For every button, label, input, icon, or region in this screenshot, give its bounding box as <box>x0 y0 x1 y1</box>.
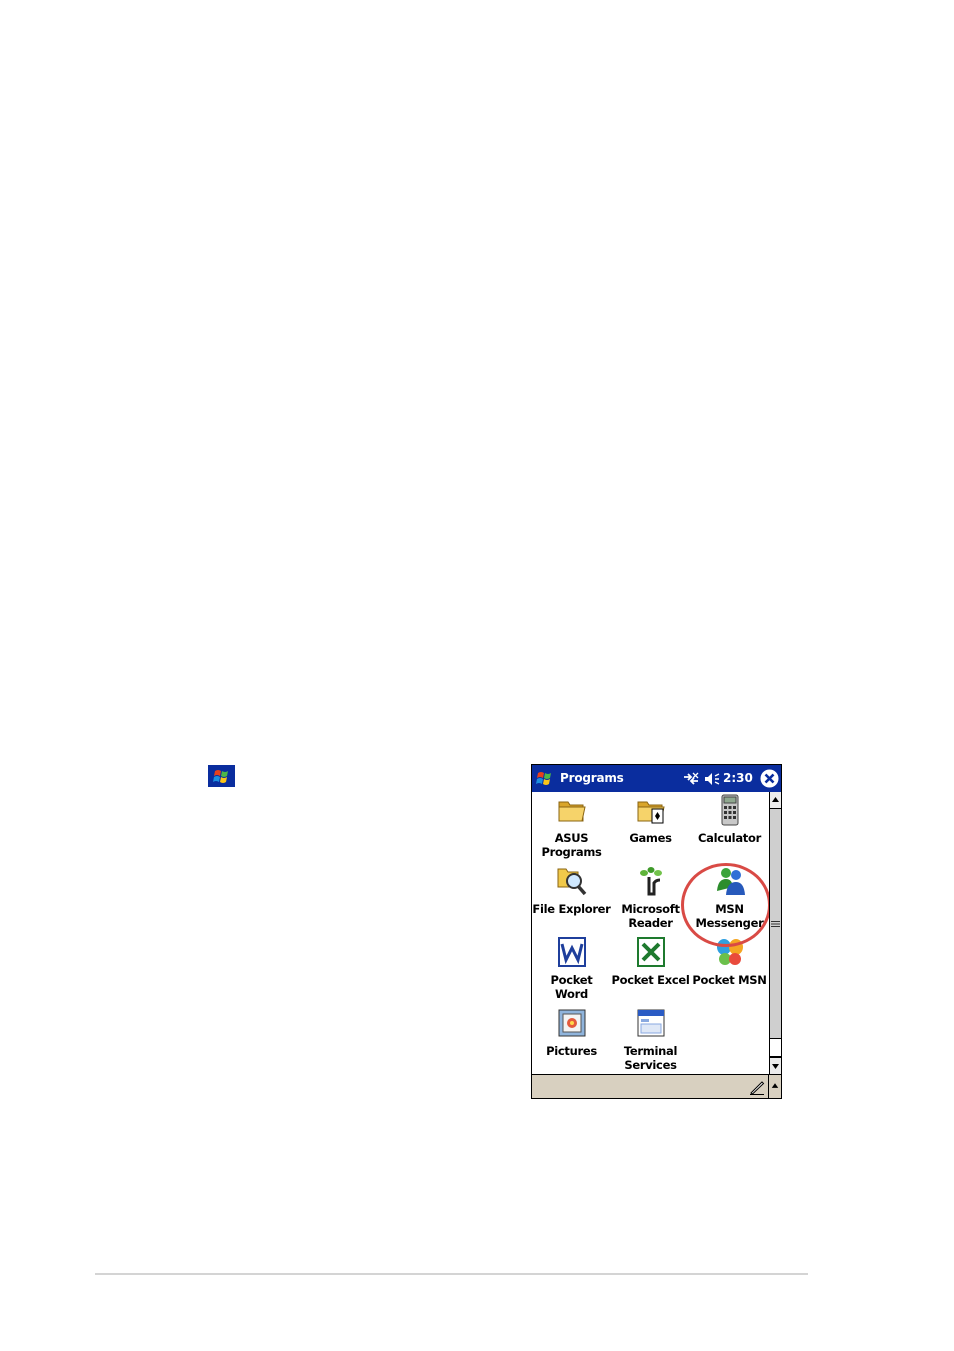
folder-icon <box>558 801 586 822</box>
connectivity-icon[interactable] <box>682 771 700 787</box>
excel-icon <box>637 937 665 967</box>
program-label: Games <box>629 831 672 845</box>
scroll-up-arrow-icon[interactable] <box>770 792 781 809</box>
program-label: ASUS Programs <box>541 831 602 859</box>
program-label: Calculator <box>698 831 761 845</box>
close-icon[interactable] <box>760 769 779 788</box>
pocket-pc-screen: Programs 2:30 ASUS Programs Games Calcul… <box>531 764 782 1099</box>
scroll-grip-icon <box>771 921 780 927</box>
vertical-scrollbar[interactable] <box>769 792 781 1074</box>
games-folder-icon <box>637 801 665 824</box>
program-asus-programs[interactable]: ASUS Programs <box>532 792 611 862</box>
input-panel-arrow-icon[interactable] <box>768 1075 781 1098</box>
program-pocket-excel[interactable]: Pocket Excel <box>611 934 690 1004</box>
programs-grid: ASUS Programs Games Calculator File Expl… <box>532 792 771 1075</box>
windows-start-icon <box>208 765 235 787</box>
start-menu-icon[interactable] <box>534 768 558 789</box>
program-pictures[interactable]: Pictures <box>532 1005 611 1075</box>
program-file-explorer[interactable]: File Explorer <box>532 863 611 933</box>
program-calculator[interactable]: Calculator <box>690 792 769 862</box>
program-label: Pocket MSN <box>692 973 767 987</box>
window-title[interactable]: Programs <box>560 771 624 785</box>
program-pocket-word[interactable]: Pocket Word <box>532 934 611 1004</box>
input-panel-pen-icon[interactable] <box>749 1079 765 1095</box>
word-icon <box>558 937 586 967</box>
program-games[interactable]: Games <box>611 792 690 862</box>
program-label: Pictures <box>546 1044 597 1058</box>
menu-bar <box>532 1074 781 1098</box>
program-label: Terminal Services <box>623 1044 678 1072</box>
program-label: File Explorer <box>532 902 611 916</box>
title-bar: Programs 2:30 <box>532 765 781 792</box>
program-label: Pocket Word <box>550 973 593 1001</box>
pictures-icon <box>558 1009 586 1037</box>
reader-icon <box>640 867 662 896</box>
file-explorer-icon <box>557 868 587 896</box>
terminal-services-icon <box>637 1009 665 1037</box>
highlight-circle <box>681 863 771 947</box>
program-microsoft-reader[interactable]: Microsoft Reader <box>611 863 690 933</box>
page-footer-rule <box>95 1273 808 1275</box>
scroll-thumb[interactable] <box>770 1038 781 1057</box>
clock-time[interactable]: 2:30 <box>723 771 753 785</box>
volume-icon[interactable] <box>703 771 721 787</box>
program-terminal-services[interactable]: Terminal Services <box>611 1005 690 1075</box>
calculator-icon <box>721 794 739 826</box>
scroll-down-arrow-icon[interactable] <box>770 1057 781 1074</box>
program-label: Pocket Excel <box>611 973 690 987</box>
